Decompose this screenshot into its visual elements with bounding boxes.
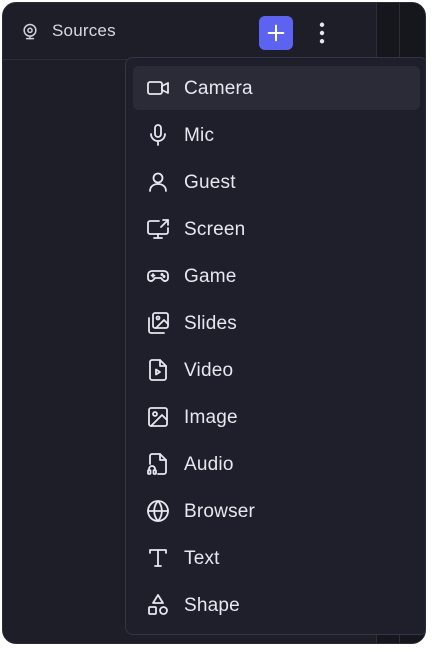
menu-item-text[interactable]: Text: [133, 536, 420, 580]
sources-panel: Sources Camera Mic Guest Screen Game Sli…: [2, 2, 426, 644]
webcam-icon: [20, 22, 40, 42]
menu-item-label: Video: [184, 359, 234, 381]
menu-item-guest[interactable]: Guest: [133, 160, 420, 204]
audio-file-icon: [147, 453, 167, 475]
image-icon: [148, 407, 168, 427]
microphone-icon: [150, 124, 166, 146]
globe-icon: [147, 500, 169, 522]
menu-item-label: Camera: [184, 77, 253, 99]
menu-item-label: Game: [184, 265, 237, 287]
add-source-button[interactable]: [259, 16, 293, 50]
shapes-icon: [148, 594, 168, 615]
gamepad-icon: [147, 270, 169, 282]
menu-item-screen[interactable]: Screen: [133, 207, 420, 251]
menu-item-label: Screen: [184, 218, 246, 240]
screen-share-icon: [147, 219, 169, 239]
menu-item-label: Browser: [184, 500, 256, 522]
menu-item-label: Guest: [184, 171, 236, 193]
menu-item-label: Text: [184, 547, 220, 569]
menu-item-audio[interactable]: Audio: [133, 442, 420, 486]
menu-item-label: Image: [184, 406, 238, 428]
menu-item-slides[interactable]: Slides: [133, 301, 420, 345]
menu-item-camera[interactable]: Camera: [133, 66, 420, 110]
menu-item-label: Audio: [184, 453, 234, 475]
menu-item-label: Mic: [184, 124, 215, 146]
menu-item-image[interactable]: Image: [133, 395, 420, 439]
menu-item-shape[interactable]: Shape: [133, 583, 420, 627]
menu-item-video[interactable]: Video: [133, 348, 420, 392]
menu-item-label: Slides: [184, 312, 237, 334]
more-options-button[interactable]: [311, 17, 333, 49]
add-source-menu: Camera Mic Guest Screen Game Slides Vide…: [125, 57, 425, 635]
more-vertical-icon: [319, 22, 325, 44]
menu-item-label: Shape: [184, 594, 240, 616]
menu-item-mic[interactable]: Mic: [133, 113, 420, 157]
plus-icon: [267, 24, 285, 42]
sources-title: Sources: [52, 21, 116, 40]
sources-header: Sources: [3, 3, 379, 60]
menu-item-browser[interactable]: Browser: [133, 489, 420, 533]
menu-item-game[interactable]: Game: [133, 254, 420, 298]
video-camera-icon: [147, 81, 169, 95]
video-file-icon: [149, 359, 167, 381]
user-icon: [149, 172, 167, 192]
slides-icon: [148, 312, 169, 334]
text-icon: [149, 549, 167, 567]
